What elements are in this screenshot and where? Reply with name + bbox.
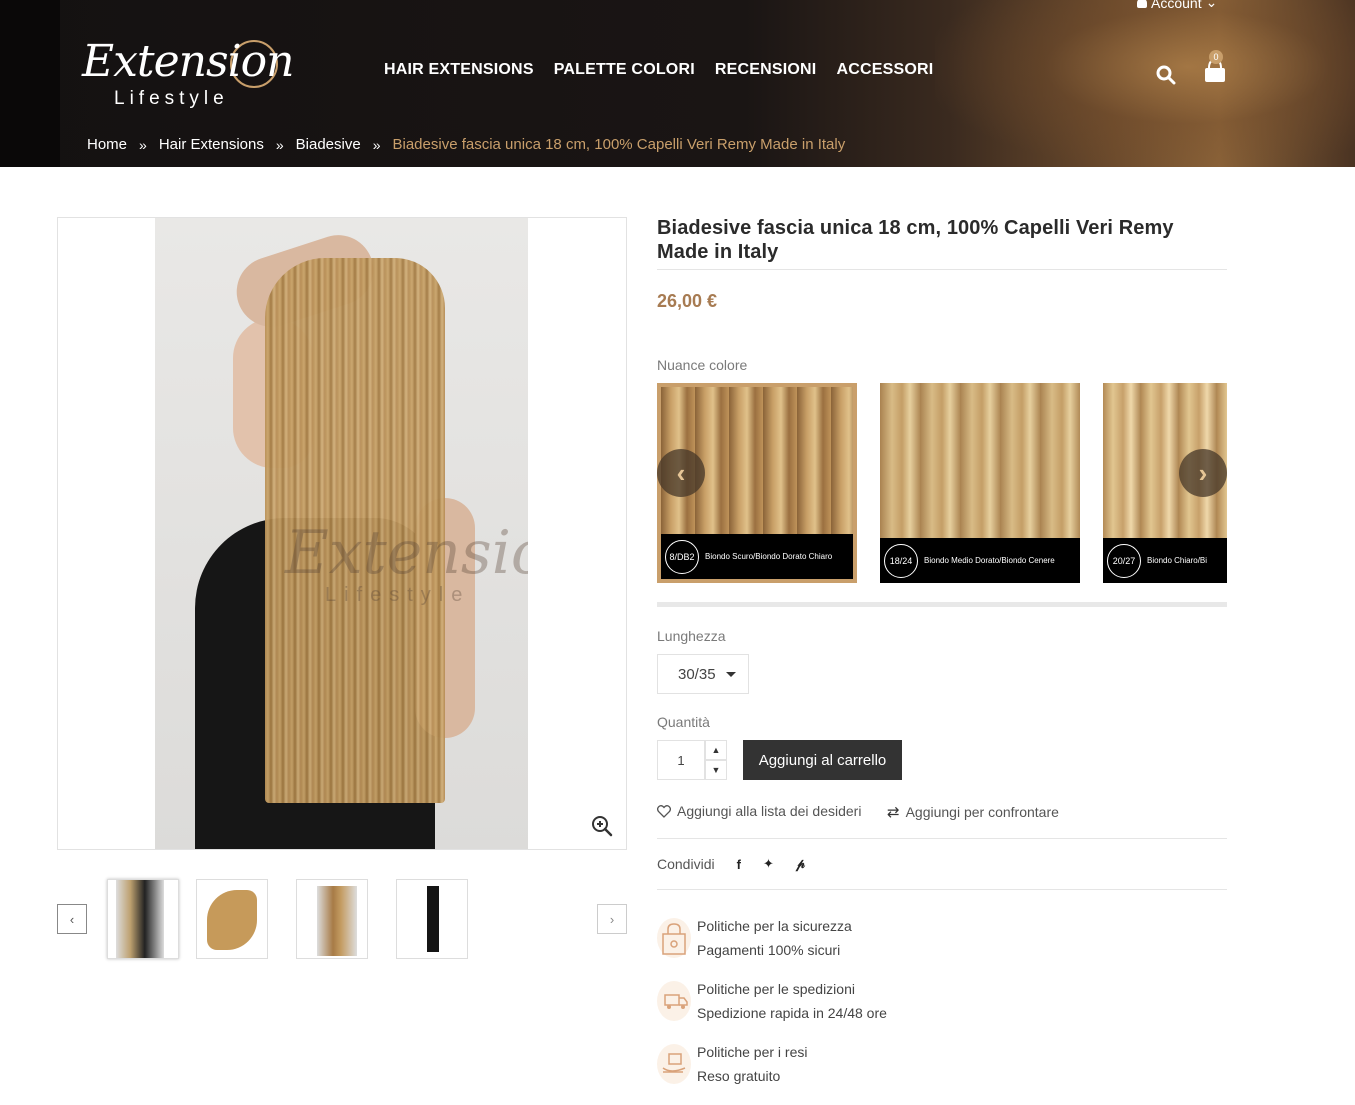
- pinterest-icon[interactable]: 𝓅: [796, 856, 805, 872]
- quantity-label: Quantità: [657, 714, 710, 730]
- zoom-in-icon[interactable]: [590, 814, 614, 838]
- thumbnail-prev-button[interactable]: ‹: [57, 904, 87, 934]
- return-box-icon: [657, 1044, 691, 1084]
- divider: [657, 269, 1227, 270]
- product-photo: Extension Lifestyle: [155, 218, 528, 849]
- header-background-image: [935, 0, 1355, 167]
- breadcrumb-biadesive[interactable]: Biadesive: [296, 136, 361, 153]
- thumbnail-next-button[interactable]: ›: [597, 904, 627, 934]
- chevron-up-icon: ▲: [711, 745, 721, 755]
- length-label: Lunghezza: [657, 628, 726, 644]
- thumbnail-4[interactable]: [396, 879, 468, 959]
- main-nav: HAIR EXTENSIONS PALETTE COLORI RECENSION…: [384, 61, 933, 79]
- quantity-decrease-button[interactable]: ▼: [705, 760, 727, 780]
- nav-recensioni[interactable]: RECENSIONI: [715, 61, 817, 79]
- policy-returns: Politiche per i resi Reso gratuito: [657, 1044, 1057, 1094]
- twitter-icon[interactable]: ✦: [763, 856, 774, 872]
- policy-shipping: Politiche per le spedizioni Spedizione r…: [657, 981, 1057, 1031]
- chevron-down-icon: ⌄: [1205, 0, 1218, 10]
- facebook-icon[interactable]: f: [737, 857, 741, 872]
- nav-hair-extensions[interactable]: HAIR EXTENSIONS: [384, 61, 534, 79]
- double-chevron-icon: »: [275, 136, 284, 153]
- add-to-compare-link[interactable]: ⇄ Aggiungi per confrontare: [887, 803, 1059, 821]
- quantity-input[interactable]: 1: [657, 740, 705, 780]
- thumbnail-1[interactable]: [107, 879, 179, 959]
- length-select[interactable]: 30/35: [657, 654, 749, 694]
- quantity-increase-button[interactable]: ▲: [705, 740, 727, 760]
- shade-option-2[interactable]: 18/24 Biondo Medio Dorato/Biondo Cenere: [880, 383, 1080, 583]
- thumbnail-2[interactable]: [196, 879, 268, 959]
- delivery-truck-icon: [657, 981, 691, 1021]
- heart-icon: [657, 804, 671, 818]
- product-title: Biadesive fascia unica 18 cm, 100% Capel…: [657, 217, 1174, 263]
- compare-arrows-icon: ⇄: [887, 804, 900, 821]
- site-logo[interactable]: Extension Lifestyle: [82, 36, 294, 112]
- search-icon[interactable]: [1156, 65, 1176, 85]
- cart-count-badge: 0: [1209, 50, 1223, 64]
- lock-bag-icon: [657, 918, 691, 958]
- breadcrumb-hair-extensions[interactable]: Hair Extensions: [159, 136, 264, 153]
- chevron-right-icon: ›: [1198, 457, 1208, 488]
- double-chevron-icon: »: [372, 136, 381, 153]
- thumbnail-3[interactable]: [296, 879, 368, 959]
- add-to-wishlist-link[interactable]: Aggiungi alla lista dei desideri: [657, 803, 861, 819]
- shade-next-button[interactable]: ›: [1179, 449, 1227, 497]
- chevron-down-icon: ▼: [711, 765, 721, 775]
- policy-security: Politiche per la sicurezza Pagamenti 100…: [657, 918, 1057, 968]
- breadcrumb-current: Biadesive fascia unica 18 cm, 100% Capel…: [392, 136, 846, 153]
- site-header: Account ⌄ Extension Lifestyle HAIR EXTEN…: [0, 0, 1355, 167]
- account-menu[interactable]: Account ⌄: [1137, 0, 1217, 11]
- chevron-left-icon: ‹: [676, 457, 686, 488]
- share-bar: Condividi f ✦ 𝓅: [657, 856, 806, 872]
- shade-prev-button[interactable]: ‹: [657, 449, 705, 497]
- add-to-cart-button[interactable]: Aggiungi al carrello: [743, 740, 902, 780]
- user-icon: [1137, 0, 1147, 8]
- caret-down-icon: [725, 671, 736, 677]
- watermark: Extension: [285, 518, 528, 588]
- carousel-scrollbar[interactable]: [657, 602, 1227, 607]
- double-chevron-icon: »: [139, 136, 147, 153]
- breadcrumb: Home » Hair Extensions » Biadesive » Bia…: [87, 136, 845, 153]
- product-main-image[interactable]: Extension Lifestyle: [57, 217, 627, 850]
- shade-carousel: 8/DB2 Biondo Scuro/Biondo Dorato Chiaro 1…: [657, 383, 1227, 588]
- nav-palette-colori[interactable]: PALETTE COLORI: [554, 61, 695, 79]
- product-price: 26,00 €: [657, 291, 718, 311]
- breadcrumb-home[interactable]: Home: [87, 136, 127, 153]
- nav-accessori[interactable]: ACCESSORI: [836, 61, 933, 79]
- shade-label: Nuance colore: [657, 357, 748, 373]
